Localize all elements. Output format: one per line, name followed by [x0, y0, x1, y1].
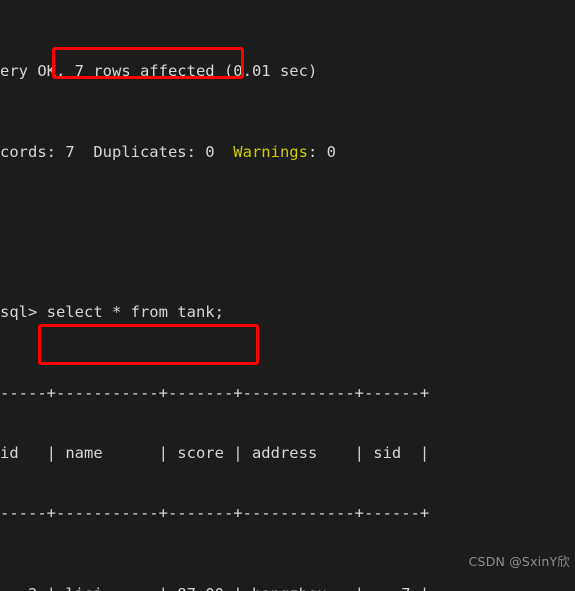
table1-header-separator: -----+-----------+-------+------------+-…	[0, 504, 430, 523]
warnings-value: : 0	[307, 142, 336, 161]
warnings-label: Warnings	[233, 142, 308, 161]
table-row: 2 | lisi | 87.00 | hangzhou | 7 |	[0, 584, 429, 591]
terminal-window[interactable]: ery OK, 7 rows affected (0.01 sec) cords…	[0, 0, 575, 591]
status-records-line: cords: 7 Duplicates: 0 Warnings: 0	[0, 142, 429, 162]
table1-header-row: id | name | score | address | sid |	[0, 444, 430, 463]
table1-top-separator: -----+-----------+-------+------------+-…	[0, 383, 430, 402]
watermark-label: CSDN @SxinY欣	[468, 553, 570, 569]
terminal-output: ery OK, 7 rows affected (0.01 sec) cords…	[0, 0, 429, 591]
prompt-line-query-1[interactable]: sql> select * from tank;	[0, 302, 429, 322]
records-text: cords: 7 Duplicates: 0	[0, 142, 234, 161]
status-query-ok: ery OK, 7 rows affected (0.01 sec)	[0, 62, 318, 81]
